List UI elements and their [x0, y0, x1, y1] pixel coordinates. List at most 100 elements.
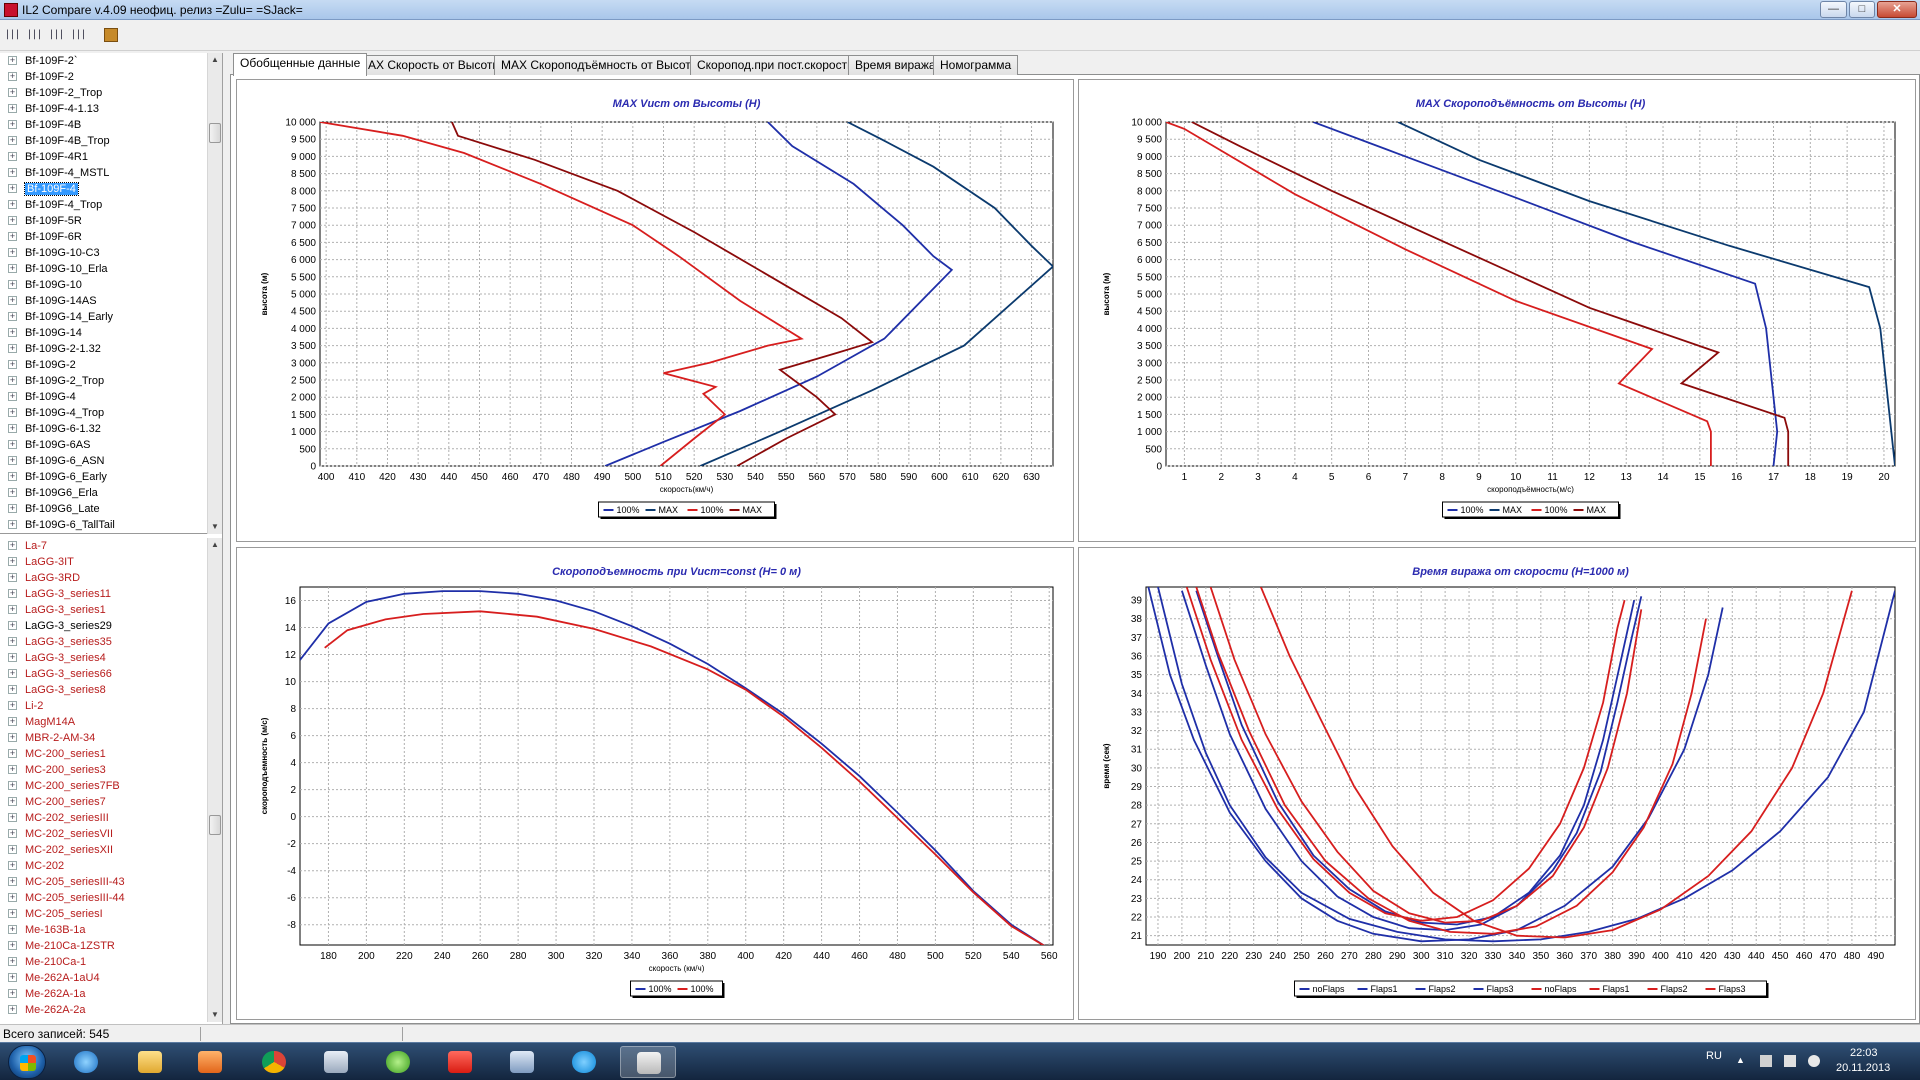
expand-icon[interactable]: +	[8, 152, 17, 161]
list-item[interactable]: + Me-262A-2a	[0, 1002, 207, 1018]
list-item[interactable]: + Bf-109G-2-1.32	[0, 341, 207, 357]
taskbar-calculator[interactable]	[308, 1046, 364, 1078]
maximize-button[interactable]: □	[1849, 1, 1875, 18]
list-item[interactable]: + MC-200_series7FB	[0, 778, 207, 794]
expand-icon[interactable]: +	[8, 733, 17, 742]
expand-icon[interactable]: +	[8, 909, 17, 918]
list-item[interactable]: + Bf-109G-4_Trop	[0, 405, 207, 421]
expand-icon[interactable]: +	[8, 200, 17, 209]
list-item[interactable]: + LaGG-3_series11	[0, 586, 207, 602]
expand-icon[interactable]: +	[8, 925, 17, 934]
list-item[interactable]: + LaGG-3IT	[0, 554, 207, 570]
expand-icon[interactable]: +	[8, 861, 17, 870]
expand-icon[interactable]: +	[8, 488, 17, 497]
taskbar-media-player[interactable]	[182, 1046, 238, 1078]
taskbar-utorrent[interactable]	[370, 1046, 426, 1078]
expand-icon[interactable]: +	[8, 456, 17, 465]
list-item[interactable]: + La-7	[0, 538, 207, 554]
list-item[interactable]: + Bf-109G6_Late	[0, 501, 207, 517]
list-item[interactable]: + Bf-109F-5R	[0, 213, 207, 229]
list-item[interactable]: + MC-200_series3	[0, 762, 207, 778]
expand-icon[interactable]: +	[8, 472, 17, 481]
list-item[interactable]: + Bf-109F-4	[0, 181, 207, 197]
list-item[interactable]: + LaGG-3_series66	[0, 666, 207, 682]
expand-icon[interactable]: +	[8, 520, 17, 529]
taskbar-il2compare[interactable]	[620, 1046, 676, 1078]
expand-icon[interactable]: +	[8, 541, 17, 550]
expand-icon[interactable]: +	[8, 408, 17, 417]
list-item[interactable]: + Bf-109F-2`	[0, 53, 207, 69]
bars-icon[interactable]: |||	[26, 26, 42, 44]
expand-icon[interactable]: +	[8, 56, 17, 65]
scroll-thumb[interactable]	[209, 123, 221, 143]
list-item[interactable]: + MagM14A	[0, 714, 207, 730]
language-indicator[interactable]: RU	[1706, 1050, 1722, 1062]
expand-icon[interactable]: +	[8, 280, 17, 289]
list-item[interactable]: + Bf-109F-4-1.13	[0, 101, 207, 117]
expand-icon[interactable]: +	[8, 344, 17, 353]
expand-icon[interactable]: +	[8, 216, 17, 225]
list-item[interactable]: + MC-202_seriesIII	[0, 810, 207, 826]
expand-icon[interactable]: +	[8, 424, 17, 433]
scroll-thumb[interactable]	[209, 815, 221, 835]
list-item[interactable]: + MC-205_seriesIII-43	[0, 874, 207, 890]
expand-icon[interactable]: +	[8, 573, 17, 582]
list-item[interactable]: + Bf-109F-2	[0, 69, 207, 85]
expand-icon[interactable]: +	[8, 264, 17, 273]
list-item[interactable]: + LaGG-3_series4	[0, 650, 207, 666]
expand-icon[interactable]: +	[8, 765, 17, 774]
taskbar-chrome[interactable]	[246, 1046, 302, 1078]
bars-icon[interactable]: |||	[48, 26, 64, 44]
expand-icon[interactable]: +	[8, 328, 17, 337]
taskbar-explorer[interactable]	[122, 1046, 178, 1078]
bars-icon[interactable]: |||	[4, 26, 20, 44]
list-item[interactable]: + Me-262A-1aU4	[0, 970, 207, 986]
list-item[interactable]: + MC-202_seriesXII	[0, 842, 207, 858]
expand-icon[interactable]: +	[8, 749, 17, 758]
list-item[interactable]: + Me-163B-1a	[0, 922, 207, 938]
expand-icon[interactable]: +	[8, 669, 17, 678]
tab-summary[interactable]: Обобщенные данные	[233, 53, 368, 76]
list-item[interactable]: + Bf-109G-6AS	[0, 437, 207, 453]
list-item[interactable]: + LaGG-3_series1	[0, 602, 207, 618]
expand-icon[interactable]: +	[8, 701, 17, 710]
expand-icon[interactable]: +	[8, 72, 17, 81]
clock-date[interactable]: 20.11.2013	[1836, 1062, 1890, 1074]
tab-max-speed[interactable]: MAX Скорость от Высоты	[351, 55, 509, 75]
expand-icon[interactable]: +	[8, 605, 17, 614]
list-item[interactable]: + MBR-2-AM-34	[0, 730, 207, 746]
expand-icon[interactable]: +	[8, 653, 17, 662]
expand-icon[interactable]: +	[8, 637, 17, 646]
expand-icon[interactable]: +	[8, 813, 17, 822]
list-item[interactable]: + LaGG-3RD	[0, 570, 207, 586]
expand-icon[interactable]: +	[8, 88, 17, 97]
expand-icon[interactable]: +	[8, 877, 17, 886]
taskbar-skype[interactable]	[556, 1046, 612, 1078]
list-item[interactable]: + Me-262A-1a	[0, 986, 207, 1002]
box-icon[interactable]	[104, 28, 118, 42]
bars-icon[interactable]: |||	[70, 26, 86, 44]
network-icon[interactable]	[1760, 1055, 1772, 1067]
expand-icon[interactable]: +	[8, 797, 17, 806]
list-item[interactable]: + MC-205_seriesI	[0, 906, 207, 922]
list-item[interactable]: + Bf-109F-4B	[0, 117, 207, 133]
list-item[interactable]: + Bf-109G-2	[0, 357, 207, 373]
list-item[interactable]: + Bf-109F-4B_Trop	[0, 133, 207, 149]
start-button[interactable]	[8, 1045, 46, 1079]
expand-icon[interactable]: +	[8, 232, 17, 241]
aircraft-list-bottom[interactable]: + La-7 + LaGG-3IT + LaGG-3RD + LaGG-3_series11 +…	[0, 538, 207, 1022]
expand-icon[interactable]: +	[8, 392, 17, 401]
list-item[interactable]: + Bf-109G-14_Early	[0, 309, 207, 325]
list-bottom-scrollbar[interactable]: ▲ ▼	[207, 538, 222, 1022]
expand-icon[interactable]: +	[8, 621, 17, 630]
list-item[interactable]: + MC-202	[0, 858, 207, 874]
list-item[interactable]: + Bf-109G-10-C3	[0, 245, 207, 261]
list-item[interactable]: + Bf-109F-4R1	[0, 149, 207, 165]
list-item[interactable]: + Bf-109G-14	[0, 325, 207, 341]
list-item[interactable]: + Me-210Ca-1	[0, 954, 207, 970]
expand-icon[interactable]: +	[8, 557, 17, 566]
expand-icon[interactable]: +	[8, 989, 17, 998]
expand-icon[interactable]: +	[8, 184, 17, 193]
expand-icon[interactable]: +	[8, 941, 17, 950]
taskbar-ie[interactable]	[58, 1046, 114, 1078]
